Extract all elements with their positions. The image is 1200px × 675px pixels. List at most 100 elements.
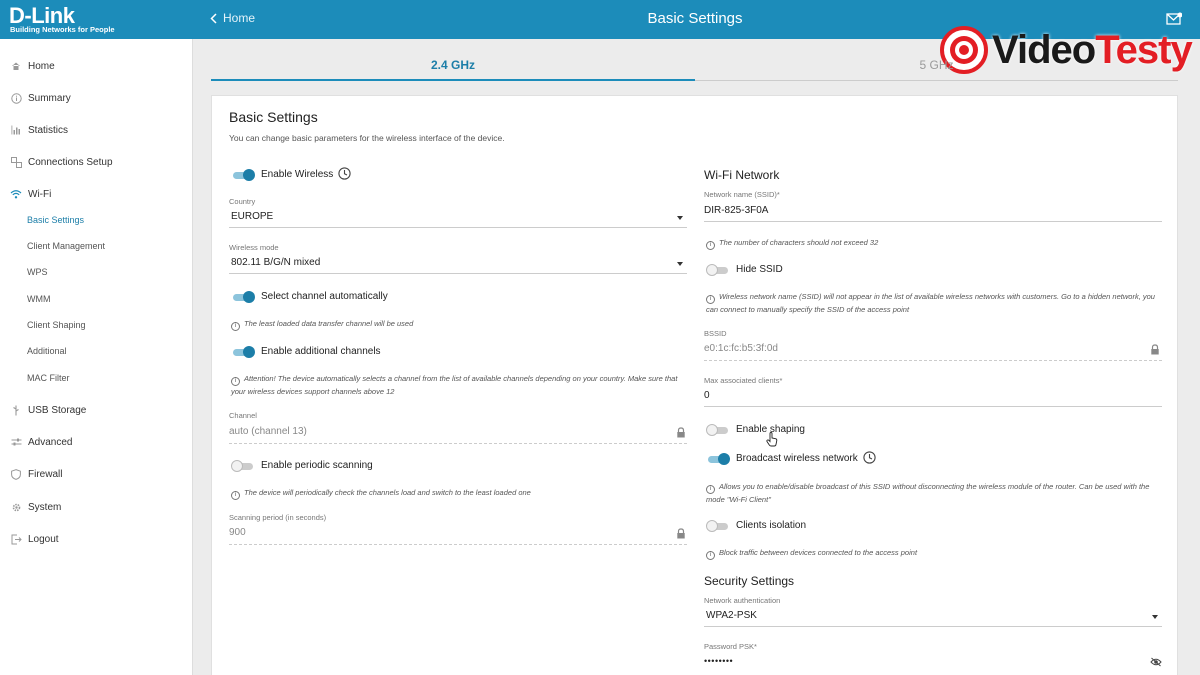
bar-chart-icon <box>10 124 22 136</box>
card-description: You can change basic parameters for the … <box>229 133 505 143</box>
sliders-icon <box>10 436 22 448</box>
lock-icon <box>677 427 685 438</box>
ssid-input[interactable]: DIR-825-3F0A <box>704 205 768 216</box>
bssid-field: e0:1c:fc:b5:3f:0d <box>704 343 778 354</box>
periodic-scanning-label: Enable periodic scanning <box>261 460 373 471</box>
info-icon: i <box>231 377 240 386</box>
sidebar-subitem-basic-settings[interactable]: Basic Settings <box>0 209 193 231</box>
broadcast-hint: i Allows you to enable/disable broadcast … <box>706 481 1168 505</box>
sidebar-item-wifi[interactable]: Wi-Fi <box>0 183 193 205</box>
basic-settings-card: Basic Settings You can change basic para… <box>211 95 1178 675</box>
hint-text: The least loaded data transfer channel w… <box>244 319 414 328</box>
network-auth-label: Network authentication <box>704 596 781 605</box>
sidebar-subitem-wps[interactable]: WPS <box>0 261 193 283</box>
info-icon: i <box>231 322 240 331</box>
bssid-label: BSSID <box>704 329 727 338</box>
schedule-clock-icon[interactable] <box>863 451 876 464</box>
enable-wireless-label: Enable Wireless <box>261 169 334 180</box>
sidebar-subitem-client-management[interactable]: Client Management <box>0 235 193 257</box>
tab-2-4-ghz[interactable]: 2.4 GHz <box>211 50 695 81</box>
hide-ssid-toggle[interactable] <box>706 264 730 276</box>
sidebar-item-usb-storage[interactable]: USB Storage <box>0 399 193 421</box>
country-select[interactable]: EUROPE <box>231 211 273 222</box>
additional-channels-toggle[interactable] <box>231 346 255 358</box>
sidebar-item-logout[interactable]: Logout <box>0 528 193 550</box>
ssid-underline <box>704 221 1162 222</box>
sidebar: Home Summary Statistics Connections Setu… <box>0 39 193 675</box>
periodic-scanning-hint: i The device will periodically check the … <box>231 487 531 500</box>
periodic-scanning-toggle[interactable] <box>231 460 255 472</box>
channel-field: auto (channel 13) <box>229 426 307 437</box>
enable-shaping-toggle[interactable] <box>706 424 730 436</box>
logout-icon <box>10 533 22 545</box>
chevron-down-icon <box>1152 615 1158 619</box>
sidebar-item-summary[interactable]: Summary <box>0 87 193 109</box>
psk-label: Password PSK* <box>704 642 757 651</box>
bssid-underline <box>704 360 1162 361</box>
brand-tagline: Building Networks for People <box>10 25 115 34</box>
sidebar-item-advanced[interactable]: Advanced <box>0 431 193 453</box>
back-home-label: Home <box>223 11 256 25</box>
sidebar-item-label: Advanced <box>28 436 73 448</box>
sidebar-item-label: Connections Setup <box>28 156 113 168</box>
sidebar-item-label: Home <box>28 60 55 72</box>
schedule-clock-icon[interactable] <box>338 167 351 180</box>
info-icon: i <box>706 295 715 304</box>
lock-icon <box>677 528 685 539</box>
hint-text: The number of characters should not exce… <box>719 238 879 247</box>
usb-icon <box>10 404 22 416</box>
page-title: Basic Settings <box>647 10 743 27</box>
hint-text: mode "Wi-Fi Client" <box>706 495 771 504</box>
network-auth-underline <box>704 626 1162 627</box>
sidebar-item-statistics[interactable]: Statistics <box>0 119 193 141</box>
broadcast-label: Broadcast wireless network <box>736 453 858 464</box>
max-clients-label: Max associated clients* <box>704 376 783 385</box>
chevron-down-icon <box>677 216 683 220</box>
max-clients-underline <box>704 406 1162 407</box>
sidebar-item-label: Firewall <box>28 468 63 480</box>
network-auth-select[interactable]: WPA2-PSK <box>706 610 757 621</box>
clients-isolation-hint: i Block traffic between devices connected… <box>706 547 917 560</box>
sidebar-subitem-additional[interactable]: Additional <box>0 340 193 362</box>
gear-icon <box>10 501 22 513</box>
broadcast-toggle[interactable] <box>706 453 730 465</box>
psk-input[interactable]: •••••••• <box>704 656 733 666</box>
additional-channels-label: Enable additional channels <box>261 346 381 357</box>
max-clients-input[interactable]: 0 <box>704 390 710 401</box>
wifi-icon <box>10 188 22 200</box>
country-label: Country <box>229 197 256 206</box>
eye-off-icon[interactable] <box>1150 657 1162 667</box>
hint-text: your wireless devices support channels a… <box>231 387 395 396</box>
sidebar-item-firewall[interactable]: Firewall <box>0 463 193 485</box>
wifi-network-heading: Wi-Fi Network <box>704 168 780 182</box>
scan-period-field: 900 <box>229 527 246 538</box>
auto-channel-hint: i The least loaded data transfer channel … <box>231 318 413 331</box>
chevron-left-icon <box>210 12 217 24</box>
info-icon <box>10 92 22 104</box>
sidebar-subitem-wmm[interactable]: WMM <box>0 288 193 310</box>
additional-channels-hint: i Attention! The device automatically sel… <box>231 373 701 397</box>
channel-label: Channel <box>229 411 257 420</box>
sidebar-subitem-mac-filter[interactable]: MAC Filter <box>0 367 193 389</box>
sidebar-item-system[interactable]: System <box>0 496 193 518</box>
back-home-link[interactable]: Home <box>210 11 255 25</box>
hint-text: Attention! The device automatically sele… <box>244 374 678 383</box>
tab-5-ghz[interactable]: 5 GHz <box>695 50 1178 81</box>
sidebar-subitem-client-shaping[interactable]: Client Shaping <box>0 314 193 336</box>
wireless-mode-select[interactable]: 802.11 B/G/N mixed <box>231 257 320 268</box>
brand-logo[interactable]: D-Link Building Networks for People <box>0 0 193 39</box>
hint-text: Allows you to enable/disable broadcast o… <box>719 482 1150 491</box>
hint-text: can connect to manually specify the SSID… <box>706 305 910 314</box>
clients-isolation-toggle[interactable] <box>706 520 730 532</box>
auto-channel-toggle[interactable] <box>231 291 255 303</box>
sidebar-item-connections-setup[interactable]: Connections Setup <box>0 151 193 173</box>
sidebar-item-label: System <box>28 501 62 513</box>
connections-icon <box>10 156 22 168</box>
ssid-label: Network name (SSID)* <box>704 190 780 199</box>
enable-wireless-toggle[interactable] <box>231 169 255 181</box>
info-icon: i <box>706 485 715 494</box>
scan-period-label: Scanning period (in seconds) <box>229 513 327 522</box>
info-icon: i <box>231 491 240 500</box>
sidebar-item-label: Summary <box>28 92 71 104</box>
sidebar-item-home[interactable]: Home <box>0 55 193 77</box>
